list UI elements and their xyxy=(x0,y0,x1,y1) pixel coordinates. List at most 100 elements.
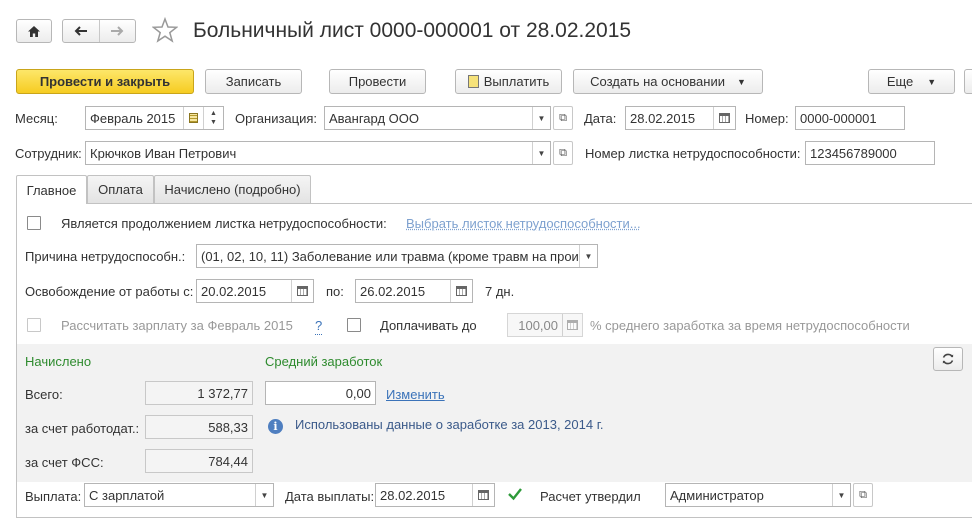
accrued-title: Начислено xyxy=(25,354,92,369)
release-days: 7 дн. xyxy=(485,284,515,299)
chevron-down-icon: ▼ xyxy=(927,76,937,87)
tab-payment[interactable]: Оплата xyxy=(87,175,154,203)
employee-value: Крючков Иван Петрович xyxy=(90,145,237,161)
chevron-down-icon[interactable]: ▼ xyxy=(532,107,550,129)
chevron-down-icon[interactable]: ▼ xyxy=(255,484,273,506)
open-link-icon: ⧉ xyxy=(859,488,867,501)
organization-value: Авангард ООО xyxy=(329,110,419,126)
approved-checkbox[interactable] xyxy=(507,486,523,505)
organization-open-button[interactable]: ⧉ xyxy=(553,106,573,130)
nav-back-forward xyxy=(62,19,136,43)
chevron-down-icon: ▼ xyxy=(736,76,746,87)
month-field[interactable]: Февраль 2015 ▲ ▼ xyxy=(85,106,224,130)
fss-value: 784,44 xyxy=(145,449,253,473)
open-link-icon: ⧉ xyxy=(559,146,567,159)
release-to-field[interactable]: 26.02.2015 xyxy=(355,279,473,303)
refresh-button[interactable] xyxy=(933,347,963,371)
more-button[interactable]: Еще ▼ xyxy=(868,69,955,94)
home-button[interactable] xyxy=(16,19,52,43)
create-based-button[interactable]: Создать на основании ▼ xyxy=(573,69,763,94)
chevron-down-icon[interactable]: ▼ xyxy=(832,484,850,506)
release-from-field[interactable]: 20.02.2015 xyxy=(196,279,314,303)
reason-field[interactable]: (01, 02, 10, 11) Заболевание или травма … xyxy=(196,244,598,268)
pay-button-label: Выплатить xyxy=(483,74,550,89)
employee-label: Сотрудник: xyxy=(15,146,82,161)
avg-earnings-field[interactable]: 0,00 xyxy=(265,381,376,405)
pay-button[interactable]: Выплатить xyxy=(455,69,562,94)
chevron-down-icon[interactable]: ▼ xyxy=(579,245,597,267)
date-field[interactable]: 28.02.2015 xyxy=(625,106,736,130)
continuation-checkbox[interactable] xyxy=(27,216,41,230)
month-value: Февраль 2015 xyxy=(90,110,176,126)
calc-salary-checkbox[interactable] xyxy=(27,318,41,332)
stepper-up-icon[interactable]: ▲ xyxy=(210,109,217,118)
stepper-down-icon[interactable]: ▼ xyxy=(210,118,217,127)
total-label: Всего: xyxy=(25,387,63,402)
date-label: Дата: xyxy=(584,111,617,126)
post-button[interactable]: Провести xyxy=(329,69,426,94)
month-calendar-icon[interactable] xyxy=(183,107,203,129)
back-arrow-icon[interactable] xyxy=(63,20,100,42)
employee-open-button[interactable]: ⧉ xyxy=(553,141,573,165)
number-label: Номер: xyxy=(745,111,789,126)
help-button[interactable] xyxy=(964,69,972,94)
organization-label: Организация: xyxy=(235,111,318,126)
create-based-label: Создать на основании xyxy=(590,74,725,89)
save-button[interactable]: Записать xyxy=(205,69,302,94)
reason-label: Причина нетрудоспособн.: xyxy=(25,249,186,264)
reason-value: (01, 02, 10, 11) Заболевание или травма … xyxy=(201,248,583,264)
pay-date-label: Дата выплаты: xyxy=(285,489,375,504)
refresh-icon xyxy=(942,353,954,365)
release-to-value: 26.02.2015 xyxy=(360,283,426,299)
month-label: Месяц: xyxy=(15,111,58,126)
number-field[interactable]: 0000-000001 xyxy=(795,106,905,130)
date-value: 28.02.2015 xyxy=(630,110,696,126)
tab-main[interactable]: Главное xyxy=(16,175,87,204)
chevron-down-icon[interactable]: ▼ xyxy=(532,142,550,164)
sheet-number-field[interactable]: 123456789000 xyxy=(805,141,935,165)
month-stepper[interactable]: ▲ ▼ xyxy=(203,107,223,129)
approved-open-button[interactable]: ⧉ xyxy=(853,483,873,507)
approved-by-value: Администратор xyxy=(670,487,764,503)
supplement-label: Доплачивать до xyxy=(380,318,477,333)
more-label: Еще xyxy=(886,74,914,89)
change-link[interactable]: Изменить xyxy=(386,387,445,403)
calculator-icon[interactable] xyxy=(562,314,582,336)
release-from-value: 20.02.2015 xyxy=(201,283,267,299)
checkmark-icon xyxy=(508,488,522,501)
approved-by-field[interactable]: Администратор ▼ xyxy=(665,483,851,507)
open-link-icon: ⧉ xyxy=(559,111,567,124)
total-value: 1 372,77 xyxy=(145,381,253,405)
employee-field[interactable]: Крючков Иван Петрович ▼ xyxy=(85,141,551,165)
calendar-icon[interactable] xyxy=(291,280,313,302)
info-text: Использованы данные о заработке за 2013,… xyxy=(295,417,604,432)
payment-field[interactable]: С зарплатой ▼ xyxy=(84,483,274,507)
pay-icon xyxy=(467,75,479,88)
tab-accrued-detailed[interactable]: Начислено (подробно) xyxy=(154,175,311,203)
post-and-close-button[interactable]: Провести и закрыть xyxy=(16,69,194,94)
calendar-icon[interactable] xyxy=(472,484,494,506)
supplement-value: 100,00 xyxy=(518,317,558,333)
organization-field[interactable]: Авангард ООО ▼ xyxy=(324,106,551,130)
help-question-link[interactable]: ? xyxy=(315,318,323,335)
avg-earnings-title: Средний заработок xyxy=(265,354,383,369)
calc-salary-label: Рассчитать зарплату за Февраль 2015 xyxy=(61,318,293,333)
supplement-suffix: % среднего заработка за время нетрудоспо… xyxy=(590,318,910,333)
continuation-label: Является продолжением листка нетрудоспос… xyxy=(61,216,387,231)
fss-label: за счет ФСС: xyxy=(25,455,104,470)
sheet-number-label: Номер листка нетрудоспособности: xyxy=(585,146,801,161)
pay-date-field[interactable]: 28.02.2015 xyxy=(375,483,495,507)
supplement-checkbox[interactable] xyxy=(347,318,361,332)
page-title: Больничный лист 0000-000001 от 28.02.201… xyxy=(193,19,632,42)
choose-sheet-link[interactable]: Выбрать листок нетрудоспособности... xyxy=(406,216,641,232)
home-icon xyxy=(28,25,40,37)
calendar-icon[interactable] xyxy=(450,280,472,302)
supplement-field[interactable]: 100,00 xyxy=(507,313,583,337)
favorite-star-icon[interactable] xyxy=(151,16,179,46)
release-to-label: по: xyxy=(326,284,344,299)
payment-label: Выплата: xyxy=(25,489,82,504)
approved-label: Расчет утвердил xyxy=(540,489,641,504)
calendar-icon[interactable] xyxy=(713,107,735,129)
forward-arrow-icon[interactable] xyxy=(100,20,136,42)
employer-label: за счет работодат.: xyxy=(25,421,140,436)
